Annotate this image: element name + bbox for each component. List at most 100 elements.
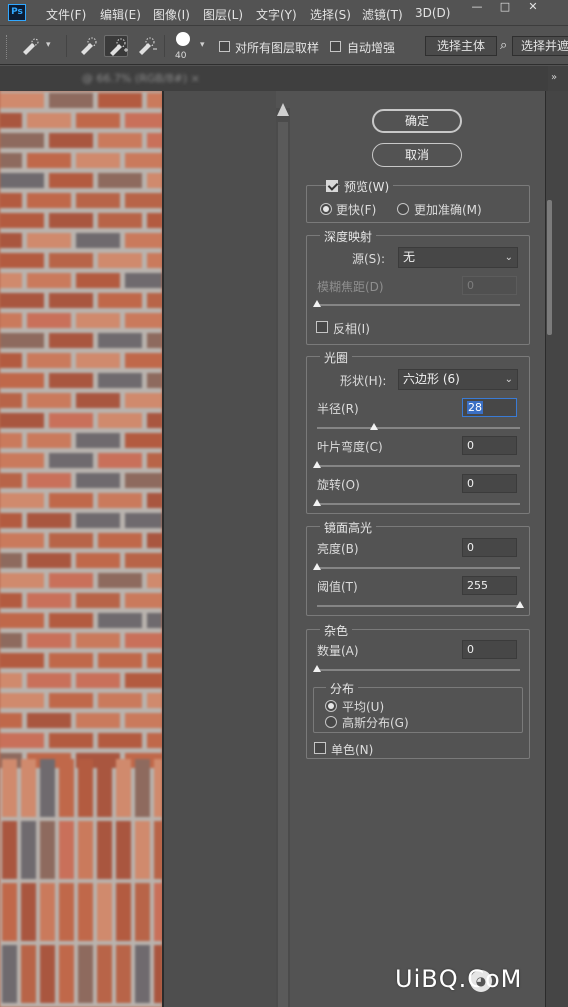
document-tab[interactable]: @ 66.7% (RGB/8#) × <box>0 66 548 91</box>
brightness-field[interactable]: 0 <box>462 538 517 557</box>
menu-type[interactable]: 文字(Y) <box>256 6 297 23</box>
brush-picker-chevron-down-icon[interactable]: ▾ <box>200 40 205 50</box>
ok-button[interactable]: 确定 <box>372 109 462 133</box>
sample-all-layers-label: 对所有图层取样 <box>235 41 320 55</box>
gaussian-label: 高斯分布(G) <box>342 716 409 730</box>
threshold-slider[interactable] <box>317 605 520 607</box>
quick-selection-brush-icon[interactable] <box>18 35 42 57</box>
options-bar-grip[interactable] <box>6 35 10 59</box>
blur-focal-distance-label: 模糊焦距(D) <box>317 280 384 294</box>
blade-curvature-field[interactable]: 0 <box>462 436 517 455</box>
blur-focal-distance-slider-thumb[interactable] <box>313 300 321 307</box>
source-dropdown[interactable]: 无 ⌄ <box>398 247 518 268</box>
add-to-selection-icon[interactable] <box>104 35 128 57</box>
preview-scrollbar-thumb[interactable] <box>278 122 288 1007</box>
threshold-label: 阈值(T) <box>317 580 358 594</box>
more-accurate-label: 更加准确(M) <box>414 203 482 217</box>
rotation-slider-thumb[interactable] <box>313 499 321 506</box>
blade-curvature-label: 叶片弯度(C) <box>317 440 383 454</box>
shape-value: 六边形 (6) <box>403 372 460 386</box>
amount-label: 数量(A) <box>317 644 359 658</box>
close-icon[interactable]: ✕ <box>518 0 548 16</box>
brush-preview-icon[interactable] <box>176 32 190 46</box>
amount-slider[interactable] <box>317 669 520 671</box>
preview-label: 预览(W) <box>340 178 394 195</box>
radius-value: 28 <box>467 401 483 414</box>
amount-field[interactable]: 0 <box>462 640 517 659</box>
maximize-icon[interactable]: □ <box>490 0 520 16</box>
blur-focal-distance-slider[interactable] <box>317 304 520 306</box>
brightness-slider-thumb[interactable] <box>313 563 321 570</box>
blade-curvature-slider[interactable] <box>317 465 520 467</box>
options-bar: ▾ 40 ▾ 对所有图层取样 自动增强 选择主体 ⌕ 选择并遮 <box>0 27 568 65</box>
minimize-icon[interactable]: — <box>462 0 492 16</box>
tool-preset-chevron-down-icon[interactable]: ▾ <box>46 40 51 50</box>
divider <box>164 35 165 57</box>
menu-filter[interactable]: 滤镜(T) <box>362 6 403 23</box>
shape-dropdown[interactable]: 六边形 (6) ⌄ <box>398 369 518 390</box>
select-and-mask-button[interactable]: 选择并遮 <box>512 36 568 56</box>
refine-search-icon[interactable]: ⌕ <box>500 38 507 53</box>
uniform-label: 平均(U) <box>342 700 385 714</box>
menu-edit[interactable]: 编辑(E) <box>100 6 141 23</box>
source-value: 无 <box>403 250 416 264</box>
select-subject-button[interactable]: 选择主体 <box>425 36 497 56</box>
noise-title: 杂色 <box>320 622 353 639</box>
preview-pasteboard <box>164 91 276 1007</box>
distribution-title: 分布 <box>326 680 359 697</box>
subtract-from-selection-icon[interactable] <box>134 35 158 57</box>
sample-all-layers-checkbox[interactable] <box>219 41 230 52</box>
right-scrollbar-thumb[interactable] <box>547 200 552 335</box>
collapse-panels-icon[interactable]: » <box>551 72 557 83</box>
cancel-button[interactable]: 取消 <box>372 143 462 167</box>
menu-file[interactable]: 文件(F) <box>46 6 86 23</box>
threshold-field[interactable]: 255 <box>462 576 517 595</box>
lens-blur-preview-image[interactable] <box>0 91 162 1007</box>
new-selection-icon[interactable] <box>76 35 100 57</box>
menu-bar: Ps 文件(F) 编辑(E) 图像(I) 图层(L) 文字(Y) 选择(S) 滤… <box>0 0 568 26</box>
auto-enhance-label: 自动增强 <box>347 41 396 55</box>
menu-layer[interactable]: 图层(L) <box>203 6 243 23</box>
menu-image[interactable]: 图像(I) <box>153 6 190 23</box>
rotation-field[interactable]: 0 <box>462 474 517 493</box>
threshold-slider-thumb[interactable] <box>516 601 524 608</box>
blur-focal-distance-field[interactable]: 0 <box>462 276 517 295</box>
depth-map-title: 深度映射 <box>320 228 377 245</box>
auto-enhance-checkbox[interactable] <box>330 41 341 52</box>
photoshop-logo[interactable]: Ps <box>8 4 26 21</box>
radius-field[interactable]: 28 <box>462 398 517 417</box>
source-label: 源(S): <box>352 252 386 266</box>
radius-slider[interactable] <box>317 427 520 429</box>
invert-checkbox[interactable] <box>316 321 328 333</box>
shape-label: 形状(H): <box>340 374 387 388</box>
radius-label: 半径(R) <box>317 402 359 416</box>
specular-highlights-title: 镜面高光 <box>320 519 377 536</box>
blade-curvature-slider-thumb[interactable] <box>313 461 321 468</box>
brightness-slider[interactable] <box>317 567 520 569</box>
invert-label: 反相(I) <box>333 322 370 336</box>
brush-size: 40 <box>175 51 187 61</box>
divider <box>66 35 67 57</box>
document-tab-title: @ 66.7% (RGB/8#) × <box>82 72 200 85</box>
iris-title: 光圈 <box>320 349 353 366</box>
menu-3d[interactable]: 3D(D) <box>415 6 450 20</box>
monochromatic-checkbox[interactable] <box>314 742 326 754</box>
more-accurate-radio[interactable] <box>397 203 409 215</box>
preview-checkbox[interactable] <box>326 180 338 192</box>
faster-radio[interactable] <box>320 203 332 215</box>
panel-border <box>545 91 546 1007</box>
uniform-radio[interactable] <box>325 700 337 712</box>
faster-label: 更快(F) <box>336 203 377 217</box>
rotation-label: 旋转(O) <box>317 478 360 492</box>
wechat-icon: ◕ <box>470 970 492 992</box>
scroll-up-arrow-icon[interactable] <box>277 103 289 116</box>
brick-wall-image <box>0 91 162 1007</box>
watermark-text: UiBQ.CoM <box>395 965 523 993</box>
chevron-down-icon: ⌄ <box>504 252 513 263</box>
menu-select[interactable]: 选择(S) <box>310 6 351 23</box>
gaussian-radio[interactable] <box>325 716 337 728</box>
monochromatic-label: 单色(N) <box>331 743 374 757</box>
rotation-slider[interactable] <box>317 503 520 505</box>
amount-slider-thumb[interactable] <box>313 665 321 672</box>
radius-slider-thumb[interactable] <box>369 423 378 430</box>
